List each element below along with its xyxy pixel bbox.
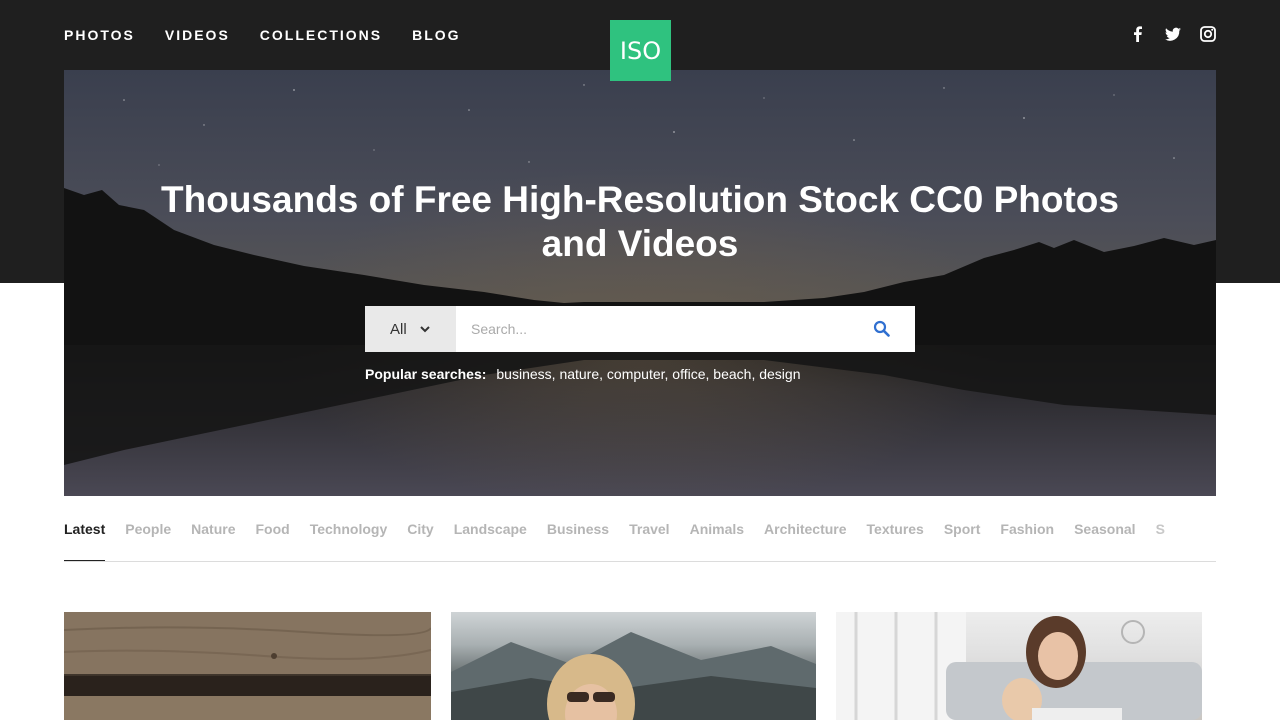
instagram-icon[interactable] <box>1199 24 1217 44</box>
nav-videos[interactable]: VIDEOS <box>165 26 230 44</box>
tab-seasonal[interactable]: Seasonal <box>1074 520 1135 561</box>
hero-title: Thousands of Free High-Resolution Stock … <box>161 179 1119 264</box>
social-links <box>1129 24 1217 44</box>
popular-term-office[interactable]: office, <box>672 366 713 382</box>
popular-term-computer[interactable]: computer, <box>607 366 672 382</box>
tabs-fade-overlay <box>1146 520 1216 560</box>
popular-searches: Popular searches: business, nature, comp… <box>365 366 801 382</box>
tab-technology[interactable]: Technology <box>310 520 388 561</box>
hero-background-image <box>64 84 1216 465</box>
nav-photos[interactable]: PHOTOS <box>64 26 135 44</box>
tab-city[interactable]: City <box>407 520 433 561</box>
hero-banner: Thousands of Free High-Resolution Stock … <box>64 70 1216 496</box>
facebook-icon[interactable] <box>1129 24 1147 44</box>
search-icon <box>873 320 890 337</box>
tab-latest[interactable]: Latest <box>64 520 106 561</box>
popular-term-business[interactable]: business, <box>496 366 559 382</box>
popular-term-design[interactable]: design <box>759 366 800 382</box>
nav-collections[interactable]: COLLECTIONS <box>260 26 382 44</box>
photo-mother-child-laptop <box>836 612 1202 720</box>
chevron-down-icon <box>419 326 430 333</box>
photo-card-mother-child[interactable] <box>836 612 1202 720</box>
tab-travel[interactable]: Travel <box>629 520 669 561</box>
tab-people[interactable]: People <box>125 520 171 561</box>
photo-card-wood[interactable] <box>64 612 431 720</box>
search-type-dropdown[interactable]: All <box>365 306 456 352</box>
tab-architecture[interactable]: Architecture <box>764 520 846 561</box>
tab-landscape[interactable]: Landscape <box>454 520 527 561</box>
popular-term-nature[interactable]: nature, <box>559 366 606 382</box>
category-tabs: Latest People Nature Food Technology Cit… <box>64 520 1216 562</box>
tab-nature[interactable]: Nature <box>191 520 235 561</box>
search-button[interactable] <box>849 306 915 352</box>
site-logo[interactable]: ISO <box>610 20 671 81</box>
main-nav: PHOTOS VIDEOS COLLECTIONS BLOG <box>64 26 491 44</box>
search-bar: All <box>365 306 915 352</box>
photo-card-woman-mountains[interactable] <box>451 612 816 720</box>
nav-blog[interactable]: BLOG <box>412 26 460 44</box>
tab-fashion[interactable]: Fashion <box>1000 520 1054 561</box>
tab-food[interactable]: Food <box>256 520 290 561</box>
popular-term-beach[interactable]: beach, <box>713 366 759 382</box>
twitter-icon[interactable] <box>1164 24 1182 44</box>
popular-searches-label: Popular searches: <box>365 366 487 382</box>
photo-wood-planks <box>64 612 431 720</box>
search-type-value: All <box>390 320 407 338</box>
tab-textures[interactable]: Textures <box>867 520 924 561</box>
photo-woman-sunglasses <box>451 632 816 720</box>
tab-business[interactable]: Business <box>547 520 609 561</box>
search-input[interactable] <box>456 306 849 352</box>
tab-sport[interactable]: Sport <box>944 520 981 561</box>
popular-searches-terms: business, nature, computer, office, beac… <box>496 366 800 382</box>
tab-animals[interactable]: Animals <box>690 520 744 561</box>
